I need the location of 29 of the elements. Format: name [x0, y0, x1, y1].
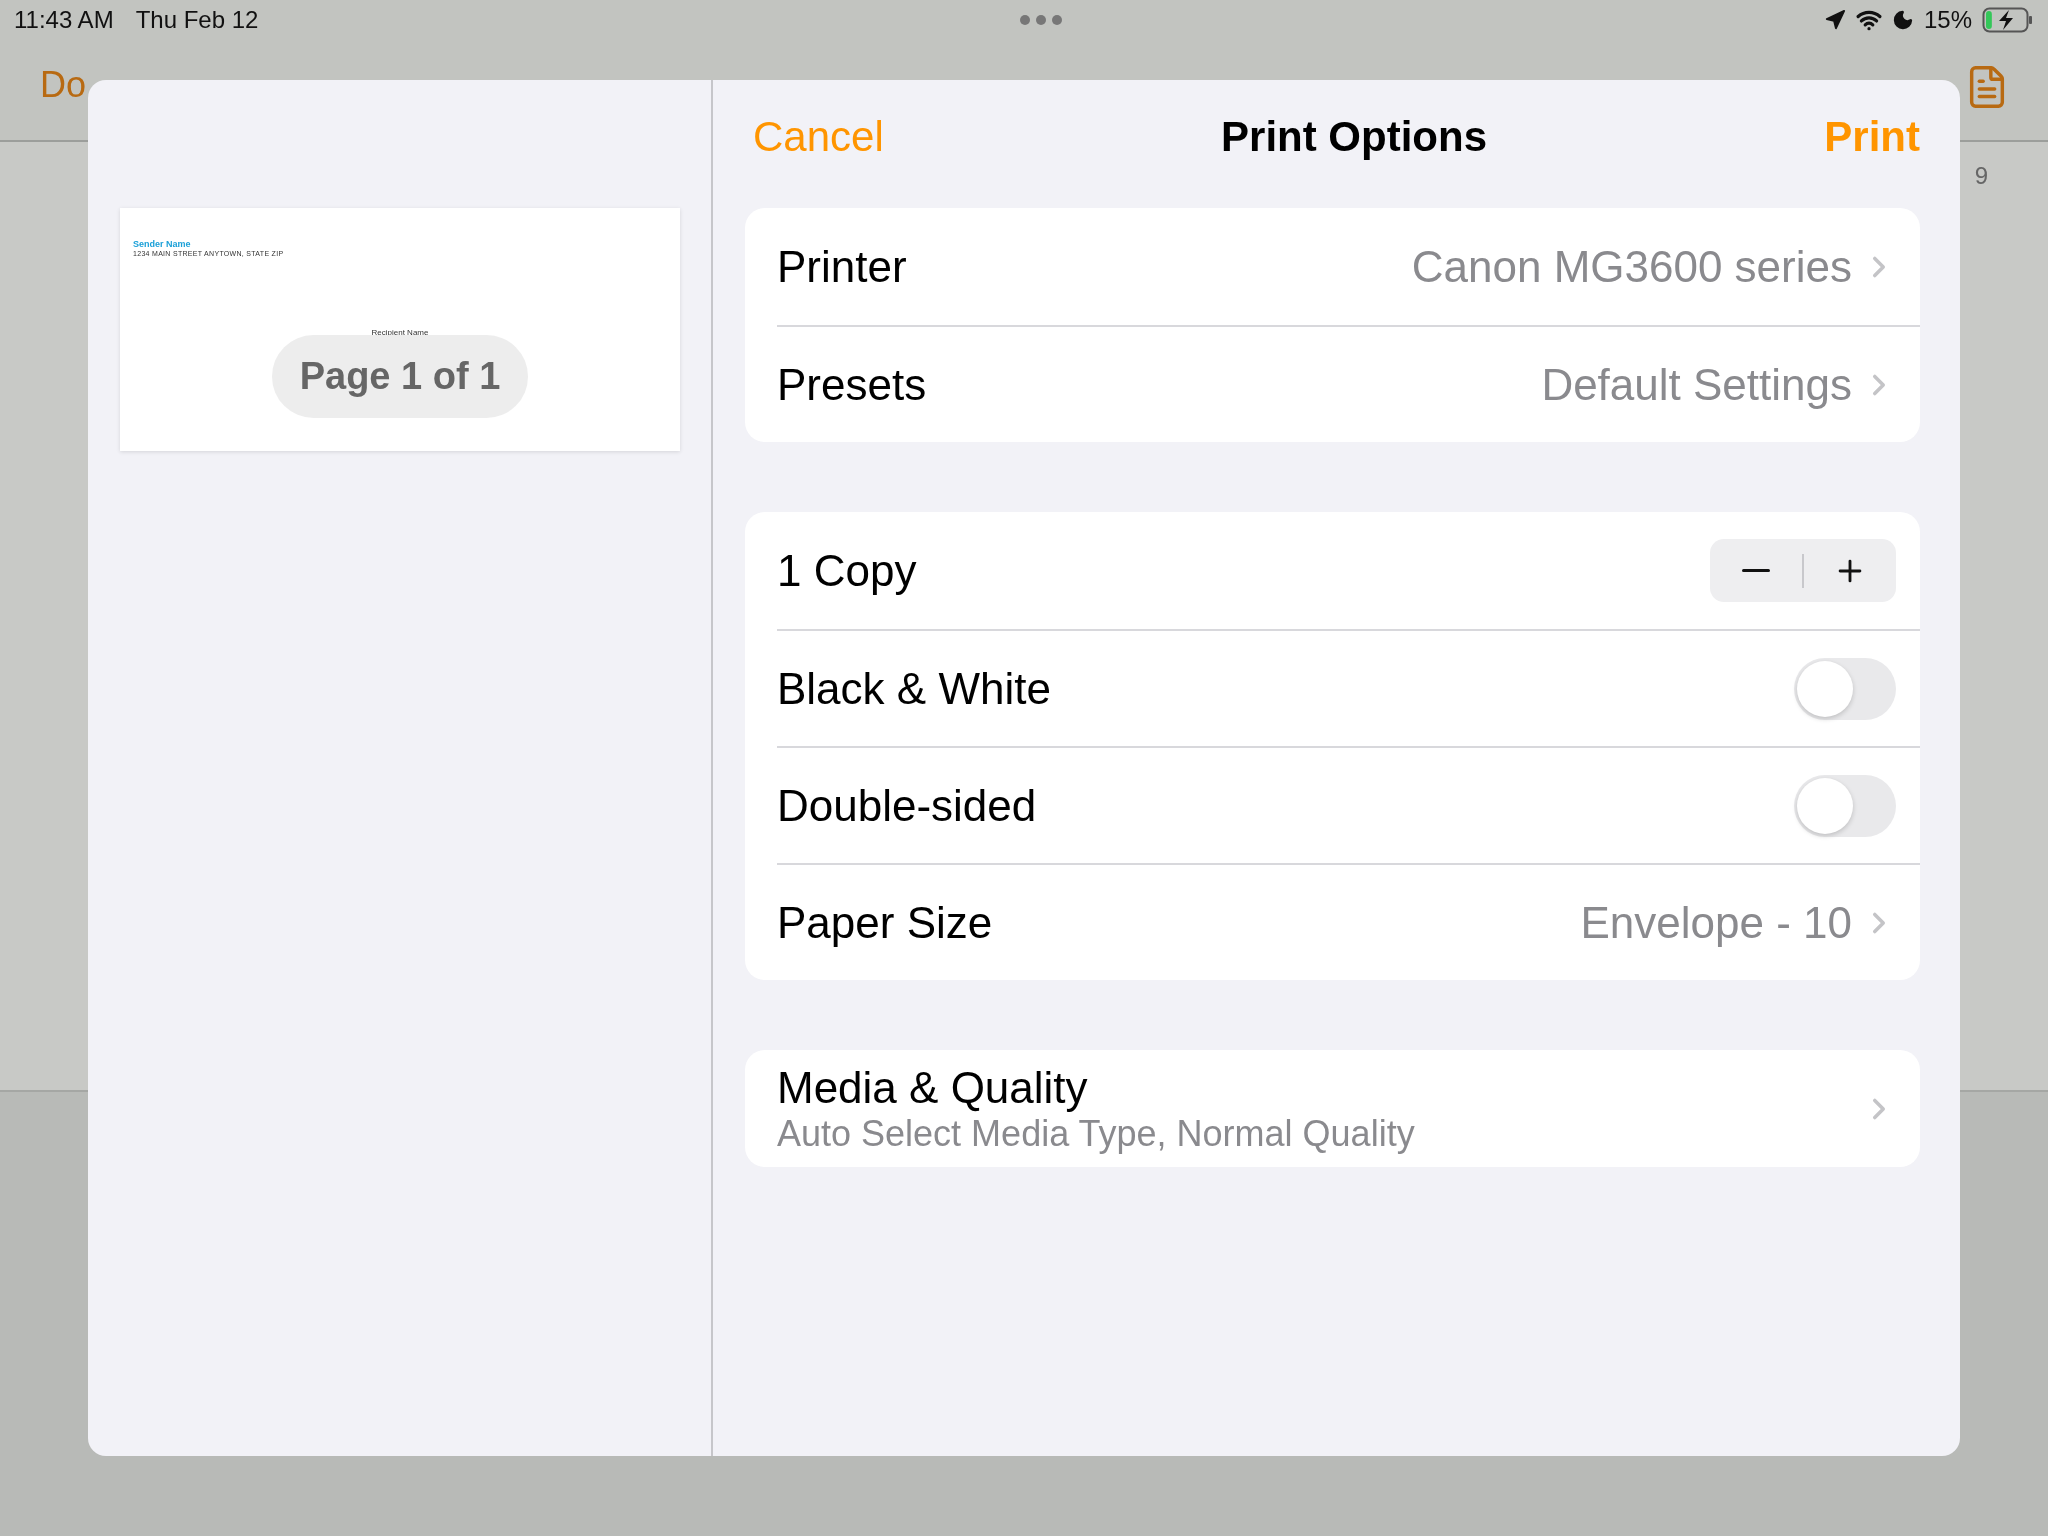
- row-label: Black & White: [777, 663, 1051, 714]
- battery-icon: [1982, 7, 2034, 33]
- row-label: Presets: [777, 359, 927, 410]
- row-label: Paper Size: [777, 897, 993, 948]
- multitasking-dots-icon[interactable]: [1019, 14, 1064, 26]
- ruler-number: 9: [1974, 162, 1988, 190]
- row-value: Canon MG3600 series: [1411, 241, 1852, 292]
- location-icon: [1823, 9, 1846, 31]
- minus-icon: [1742, 569, 1770, 572]
- row-label: 1 Copy: [777, 545, 917, 596]
- row-label: Printer: [777, 241, 907, 292]
- dialog-title: Print Options: [1221, 112, 1488, 161]
- copy-stepper[interactable]: [1710, 539, 1896, 602]
- settings-row[interactable]: Printer Canon MG3600 series: [777, 208, 1920, 325]
- recipient-name: Recipient Name: [371, 328, 429, 337]
- row-value: Default Settings: [1541, 359, 1852, 410]
- battery-percent: 15%: [1923, 6, 1972, 34]
- row-subtitle: Auto Select Media Type, Normal Quality: [777, 1112, 1415, 1155]
- status-time: 11:43 AM: [14, 6, 114, 34]
- page-count-badge: Page 1 of 1: [271, 335, 529, 418]
- settings-row[interactable]: Paper Size Envelope - 10: [777, 863, 1920, 980]
- status-date: Thu Feb 12: [135, 6, 259, 34]
- row-value: Envelope - 10: [1580, 897, 1852, 948]
- moon-icon: [1891, 9, 1914, 31]
- sender-name: Sender Name: [133, 239, 191, 249]
- row-label: Double-sided: [777, 780, 1037, 831]
- settings-row[interactable]: Media & Quality Auto Select Media Type, Normal Quality: [777, 1050, 1920, 1167]
- settings-row[interactable]: Presets Default Settings: [777, 325, 1920, 442]
- row-label: Media & Quality: [777, 1062, 1089, 1113]
